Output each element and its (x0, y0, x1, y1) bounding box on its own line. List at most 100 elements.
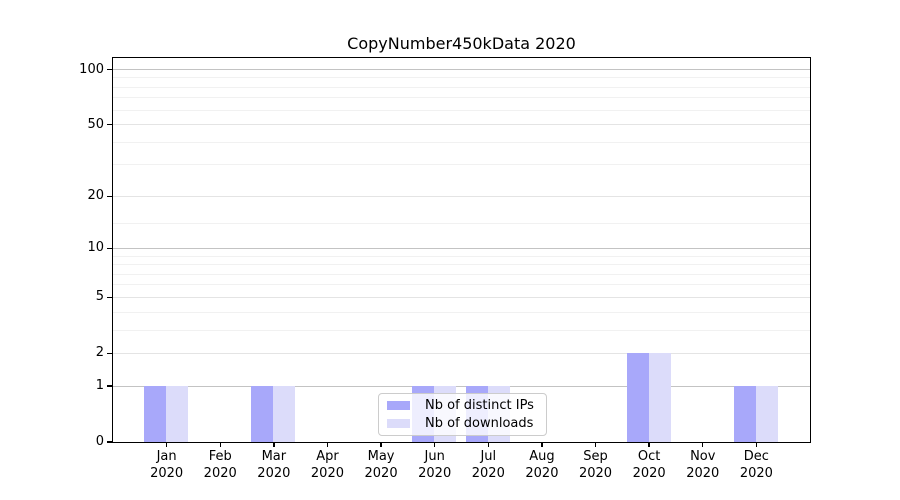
y-tick-mark (107, 297, 113, 298)
bar-dec-distinct-ips (734, 386, 756, 442)
x-tick-month: Dec (726, 449, 786, 466)
legend-swatch-downloads (387, 419, 410, 428)
gridline-minor (113, 223, 810, 224)
y-tick-mark (107, 353, 113, 354)
x-tick-month: Aug (512, 449, 572, 466)
gridline-minor (113, 110, 810, 111)
x-tick-year: 2020 (512, 466, 572, 483)
x-tick-month: Jul (458, 449, 518, 466)
bar-jan-distinct-ips (144, 386, 166, 442)
x-tick-month: Sep (566, 449, 626, 466)
figure: CopyNumber450kData 2020 0 1 2 5 10 20 50 100 Ja… (0, 0, 900, 500)
y-tick-label: 0 (54, 433, 104, 451)
x-tick-mark (756, 442, 757, 447)
x-tick-label-jun: Jun2020 (405, 449, 465, 482)
legend-item-downloads: Nb of downloads (387, 416, 538, 431)
y-tick-label: 10 (54, 239, 104, 257)
x-tick-year: 2020 (297, 466, 357, 483)
y-tick-label: 2 (54, 344, 104, 362)
gridline-minor (113, 87, 810, 88)
x-tick-mark (380, 442, 381, 447)
x-tick-mark (541, 442, 542, 447)
x-tick-month: Nov (673, 449, 733, 466)
x-tick-mark (273, 442, 274, 447)
y-tick-mark (107, 441, 113, 442)
y-tick-label: 100 (54, 61, 104, 79)
x-tick-year: 2020 (137, 466, 197, 483)
x-tick-label-feb: Feb2020 (190, 449, 250, 482)
y-tick-label: 50 (54, 116, 104, 134)
x-tick-mark (434, 442, 435, 447)
legend-label-downloads: Nb of downloads (425, 416, 533, 431)
chart-title: CopyNumber450kData 2020 (113, 34, 810, 53)
gridline-minor (113, 142, 810, 143)
y-tick-mark (107, 248, 113, 249)
x-tick-mark (648, 442, 649, 447)
y-tick-mark (107, 385, 113, 386)
x-tick-month: Feb (190, 449, 250, 466)
x-tick-mark (702, 442, 703, 447)
x-tick-mark (488, 442, 489, 447)
y-tick-label: 5 (54, 288, 104, 306)
x-tick-mark (220, 442, 221, 447)
x-tick-label-dec: Dec2020 (726, 449, 786, 482)
x-tick-year: 2020 (673, 466, 733, 483)
x-tick-label-oct: Oct2020 (619, 449, 679, 482)
x-tick-year: 2020 (458, 466, 518, 483)
x-tick-year: 2020 (726, 466, 786, 483)
x-tick-label-jan: Jan2020 (137, 449, 197, 482)
x-tick-label-mar: Mar2020 (244, 449, 304, 482)
gridline-major (113, 248, 810, 249)
y-tick-mark (107, 124, 113, 125)
gridline-mid (113, 297, 810, 298)
x-tick-label-nov: Nov2020 (673, 449, 733, 482)
gridline-minor (113, 164, 810, 165)
legend-swatch-distinct-ips (387, 401, 410, 410)
gridline-mid (113, 196, 810, 197)
x-tick-year: 2020 (566, 466, 626, 483)
x-tick-year: 2020 (244, 466, 304, 483)
bar-mar-distinct-ips (251, 386, 273, 442)
gridline-minor (113, 312, 810, 313)
legend-item-distinct-ips: Nb of distinct IPs (387, 398, 538, 413)
y-tick-mark (107, 196, 113, 197)
y-tick-label: 20 (54, 187, 104, 205)
x-tick-label-apr: Apr2020 (297, 449, 357, 482)
gridline-minor (113, 256, 810, 257)
gridline-minor (113, 264, 810, 265)
gridline-minor (113, 77, 810, 78)
x-tick-year: 2020 (405, 466, 465, 483)
legend: Nb of distinct IPs Nb of downloads (378, 393, 547, 436)
x-tick-year: 2020 (190, 466, 250, 483)
x-tick-label-aug: Aug2020 (512, 449, 572, 482)
x-tick-mark (327, 442, 328, 447)
bar-oct-downloads (649, 353, 671, 442)
x-tick-mark (595, 442, 596, 447)
gridline-minor (113, 97, 810, 98)
x-tick-year: 2020 (619, 466, 679, 483)
gridline-minor (113, 330, 810, 331)
x-tick-label-sep: Sep2020 (566, 449, 626, 482)
gridline-major (113, 386, 810, 387)
x-tick-label-jul: Jul2020 (458, 449, 518, 482)
x-tick-mark (166, 442, 167, 447)
x-tick-month: Mar (244, 449, 304, 466)
legend-label-distinct-ips: Nb of distinct IPs (425, 398, 534, 413)
gridline-major (113, 69, 810, 70)
x-tick-label-may: May2020 (351, 449, 411, 482)
x-tick-month: Jan (137, 449, 197, 466)
bar-dec-downloads (756, 386, 778, 442)
x-tick-month: Oct (619, 449, 679, 466)
x-tick-year: 2020 (351, 466, 411, 483)
gridline-mid (113, 124, 810, 125)
gridline-minor (113, 284, 810, 285)
x-tick-month: Apr (297, 449, 357, 466)
y-tick-label: 1 (54, 377, 104, 395)
gridline-minor (113, 274, 810, 275)
bar-mar-downloads (273, 386, 295, 442)
x-tick-month: May (351, 449, 411, 466)
gridline-mid (113, 353, 810, 354)
y-tick-mark (107, 69, 113, 70)
bar-jan-downloads (166, 386, 188, 442)
x-tick-month: Jun (405, 449, 465, 466)
